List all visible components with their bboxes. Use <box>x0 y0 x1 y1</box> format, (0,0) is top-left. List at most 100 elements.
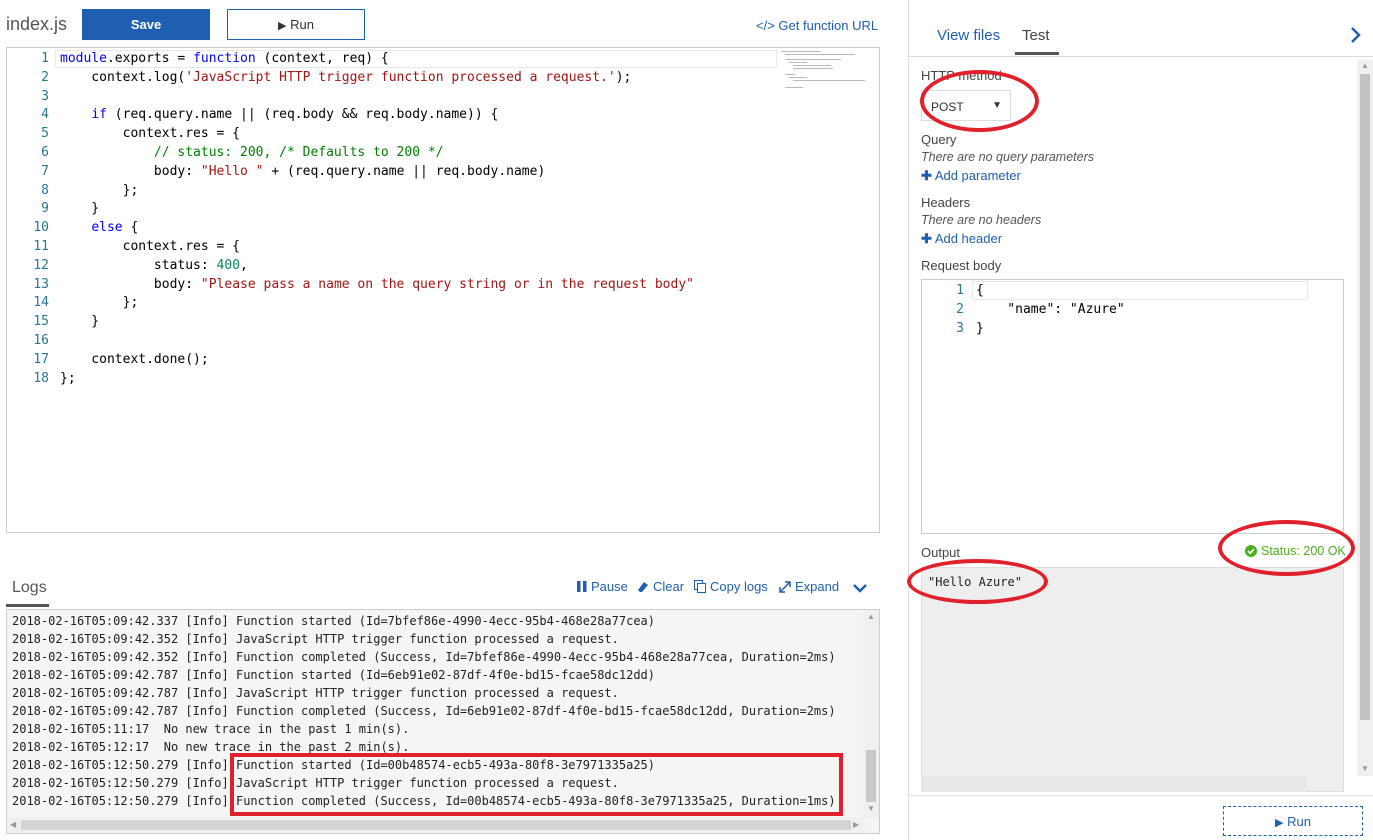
code-text: if (req.query.name || (req.body && req.b… <box>91 107 499 123</box>
copy-logs-label: Copy logs <box>710 579 768 594</box>
query-label: Query <box>921 132 957 147</box>
add-parameter-link[interactable]: ✚ Add parameter <box>921 168 1021 184</box>
code-text: body: "Please pass a name on the query s… <box>60 276 694 292</box>
line-number: 5 <box>41 126 49 142</box>
headers-empty-text: There are no headers <box>921 213 1042 227</box>
scroll-down-arrow[interactable]: ▼ <box>1361 764 1369 773</box>
clear-button[interactable]: Clear <box>637 579 684 594</box>
line-number: 1 <box>956 283 964 298</box>
log-line: 2018-02-16T05:09:42.787 [Info] Function … <box>12 704 836 718</box>
line-number: 4 <box>41 107 49 123</box>
scroll-down-arrow[interactable]: ▼ <box>867 804 875 813</box>
expand-button[interactable]: Expand <box>779 579 839 594</box>
line-number: 17 <box>33 351 49 367</box>
panel-horizontal-scrollbar[interactable] <box>921 776 1307 792</box>
logs-horizontal-scrollbar[interactable]: ◀ ▶ <box>7 817 865 833</box>
line-number: 11 <box>33 239 49 254</box>
plus-icon: ✚ <box>921 231 932 246</box>
scroll-up-arrow[interactable]: ▲ <box>1361 61 1369 70</box>
add-header-label: Add header <box>934 231 1003 246</box>
logs-tab-label: Logs <box>12 579 47 596</box>
code-text: }; <box>60 295 139 311</box>
add-header-link[interactable]: ✚ Add header <box>921 231 1002 247</box>
code-text: context.res = { <box>60 126 241 142</box>
code-text: else { <box>91 220 139 236</box>
logs-vertical-scrollbar[interactable]: ▲ ▼ <box>863 610 879 818</box>
play-icon: ▶ <box>1275 816 1284 829</box>
log-line: 2018-02-16T05:09:42.787 [Info] JavaScrip… <box>12 686 619 700</box>
code-text: } <box>976 321 984 336</box>
chevron-right-icon[interactable] <box>1347 24 1365 46</box>
eraser-icon <box>638 581 648 592</box>
code-text: body: "Hello " + (req.query.name || req.… <box>60 163 546 179</box>
chevron-down-icon[interactable] <box>852 582 868 594</box>
code-text: }; <box>60 370 76 386</box>
code-text: } <box>60 314 100 330</box>
line-number: 12 <box>33 257 49 273</box>
logs-vertical-scroll-thumb[interactable] <box>866 750 876 802</box>
code-editor[interactable]: 1 module.exports = function (context, req… <box>6 47 880 533</box>
scroll-right-arrow[interactable]: ▶ <box>853 820 859 829</box>
expand-label: Expand <box>795 579 840 594</box>
file-title: index.js <box>6 14 68 34</box>
test-run-button[interactable]: ▶ Run <box>1223 806 1363 836</box>
code-text: status: 400, <box>60 257 248 273</box>
code-text: "name": "Azure" <box>976 302 1125 317</box>
line-number: 3 <box>41 88 49 104</box>
logs-tab[interactable]: Logs <box>6 570 49 607</box>
code-text: }; <box>60 182 139 198</box>
headers-label: Headers <box>921 195 971 210</box>
line-number: 7 <box>41 163 49 179</box>
code-text: module.exports = function (context, req)… <box>60 51 389 66</box>
line-number: 14 <box>33 295 49 311</box>
code-text: context.log('JavaScript HTTP trigger fun… <box>60 69 632 85</box>
query-empty-text: There are no query parameters <box>921 150 1095 164</box>
log-line: 2018-02-16T05:09:42.352 [Info] Function … <box>12 650 836 664</box>
log-line: 2018-02-16T05:11:17 No new trace in the … <box>12 722 410 736</box>
line-number: 6 <box>41 145 49 160</box>
line-number: 3 <box>956 321 964 336</box>
scroll-left-arrow[interactable]: ◀ <box>10 820 16 829</box>
code-text: // status: 200, /* Defaults to 200 */ <box>60 145 444 160</box>
scroll-up-arrow[interactable]: ▲ <box>867 612 875 621</box>
panel-vertical-scrollbar[interactable]: ▲ ▼ <box>1357 60 1373 776</box>
tab-test[interactable]: Test <box>1022 27 1050 44</box>
run-button-label: Run <box>290 17 314 32</box>
log-line: 2018-02-16T05:09:42.787 [Info] Function … <box>12 668 655 682</box>
line-number: 8 <box>41 182 49 198</box>
line-number: 2 <box>956 302 964 317</box>
play-icon: ▶ <box>278 20 287 32</box>
save-button[interactable]: Save <box>82 9 210 40</box>
logs-horizontal-scroll-thumb[interactable] <box>21 820 851 830</box>
code-text: context.res = { <box>60 239 241 254</box>
expand-icon <box>779 580 791 593</box>
copy-logs-button[interactable]: Copy logs <box>694 579 768 594</box>
line-number: 2 <box>41 69 49 85</box>
line-number: 1 <box>41 51 49 66</box>
line-number: 18 <box>33 370 49 386</box>
line-number: 13 <box>33 276 49 292</box>
clear-label: Clear <box>653 579 685 594</box>
divider <box>909 56 1373 57</box>
pause-button[interactable]: Pause <box>577 579 628 594</box>
active-tab-indicator <box>1015 52 1059 55</box>
test-run-label: Run <box>1287 813 1311 829</box>
minimap[interactable] <box>777 50 867 90</box>
code-text: } <box>60 201 100 217</box>
annotation-output <box>907 559 1048 604</box>
tab-view-files[interactable]: View files <box>937 27 1000 44</box>
panel-vertical-scroll-thumb[interactable] <box>1360 74 1370 720</box>
get-function-url-link[interactable]: </> Get function URL <box>756 18 878 33</box>
log-line: 2018-02-16T05:09:42.337 [Info] Function … <box>12 614 655 628</box>
code-text: context.done(); <box>60 351 209 367</box>
pause-icon <box>577 581 587 592</box>
line-number: 9 <box>41 201 49 217</box>
request-body-label: Request body <box>921 258 1002 273</box>
code-text: { <box>976 283 984 298</box>
pause-label: Pause <box>591 579 628 594</box>
run-button[interactable]: ▶ Run <box>227 9 365 40</box>
annotation-log-lines <box>230 753 843 816</box>
request-body-editor[interactable]: 1 {2 "name": "Azure" 3} <box>921 279 1344 534</box>
add-parameter-label: Add parameter <box>934 168 1021 183</box>
annotation-status <box>1218 520 1355 576</box>
